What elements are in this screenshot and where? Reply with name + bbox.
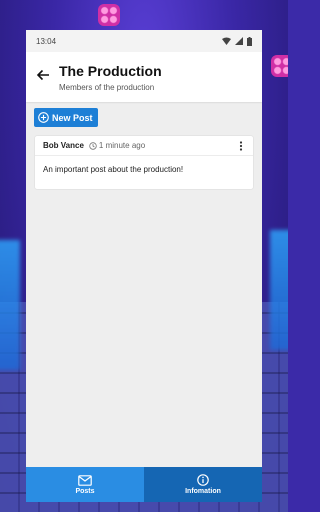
mail-icon (78, 474, 92, 486)
tab-information[interactable]: Infomation (144, 467, 262, 502)
status-icons (222, 36, 252, 46)
tab-posts[interactable]: Posts (26, 467, 144, 502)
add-circle-icon (38, 112, 49, 123)
back-arrow-icon[interactable] (36, 68, 50, 82)
post-header: Bob Vance 1 minute ago (35, 136, 253, 156)
page-subtitle: Members of the production (59, 83, 155, 92)
app-bar: The Production Members of the production (26, 52, 262, 102)
tab-posts-label: Posts (75, 487, 95, 495)
post-time-text: 1 minute ago (98, 141, 146, 150)
decor-light-top (98, 4, 120, 26)
bottom-navigation: Posts Infomation (26, 467, 262, 502)
signal-icon (235, 37, 243, 45)
status-time: 13:04 (36, 36, 57, 46)
post-content: An important post about the production! (43, 165, 184, 174)
info-icon (197, 474, 209, 486)
post-author: Bob Vance (43, 141, 84, 150)
new-post-button[interactable]: New Post (34, 108, 98, 127)
page-title: The Production (59, 63, 162, 79)
clock-icon (89, 141, 97, 150)
post-card[interactable]: Bob Vance 1 minute ago An important post… (35, 136, 253, 189)
post-time: 1 minute ago (89, 141, 145, 150)
decor-light-right (271, 55, 288, 77)
status-bar: 13:04 (26, 30, 262, 52)
more-options-icon[interactable] (237, 141, 245, 151)
tab-information-label: Infomation (185, 488, 221, 495)
wifi-icon (222, 37, 231, 45)
app-window: 13:04 The Production Members of the prod… (26, 30, 262, 502)
stage-light-right (270, 230, 288, 350)
new-post-label: New Post (52, 112, 93, 123)
stage-light-left (0, 240, 20, 370)
battery-icon (247, 36, 252, 46)
